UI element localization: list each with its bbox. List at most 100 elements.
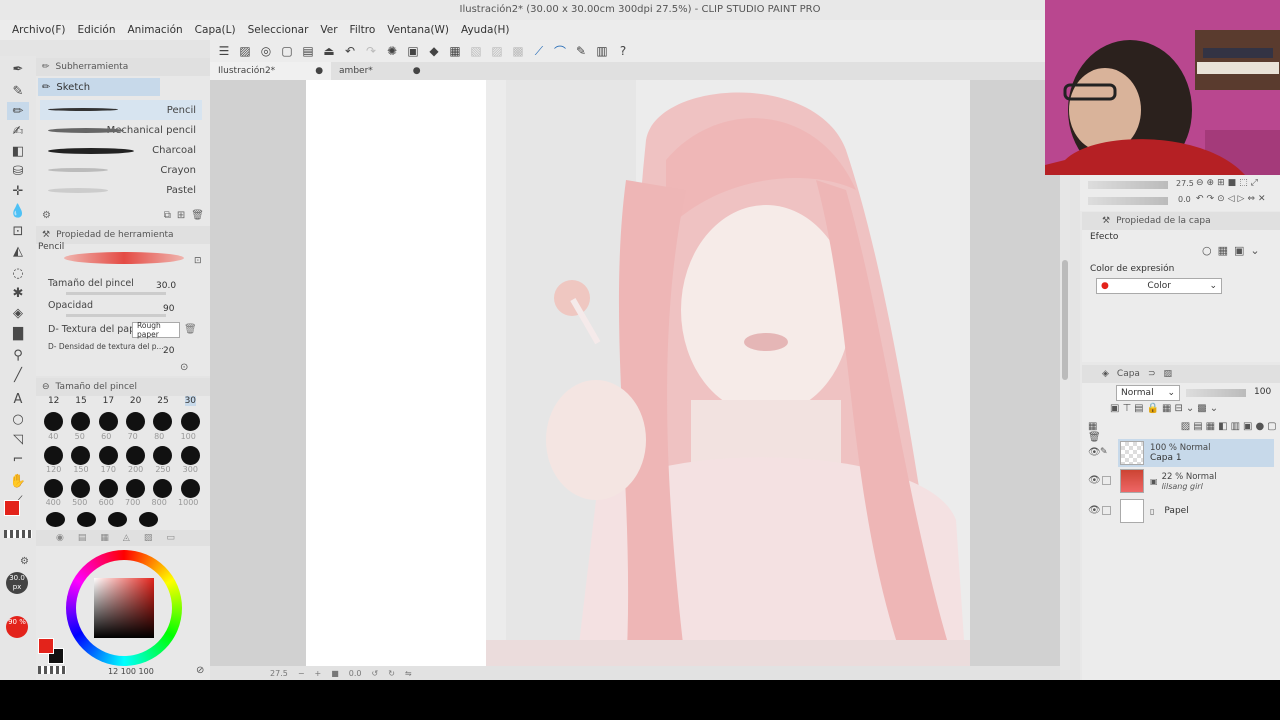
transparent-swatch[interactable] (4, 530, 32, 538)
layer-opacity-slider[interactable] (1186, 389, 1246, 397)
lasso-tool-icon[interactable]: ◌ (7, 264, 29, 282)
size-option[interactable]: 15 (75, 396, 86, 406)
snap-ruler-icon[interactable]: ⟋ (531, 43, 547, 59)
subtool-group-tab[interactable]: ✏ Sketch (38, 78, 160, 96)
layer-tool-icons[interactable]: ▣⊤▤🔒▦⊟⌄▩⌄ (1110, 403, 1221, 414)
snap-grid-icon[interactable]: ✎ (573, 43, 589, 59)
color-wheel[interactable] (66, 550, 182, 666)
blend-tool-icon[interactable]: 💧 (7, 202, 29, 220)
doc-tab-ilustracion2[interactable]: Ilustración2* ● (210, 62, 332, 80)
menu-animacion[interactable]: Animación (127, 24, 182, 36)
size-dot[interactable] (126, 412, 146, 431)
subtool-settings-icon[interactable]: ⚙ (42, 210, 51, 221)
reset-icon[interactable]: ⊙ (180, 362, 188, 373)
paper-canvas[interactable] (306, 80, 970, 670)
object-tool-icon[interactable]: ⚲ (7, 346, 29, 364)
menu-seleccionar[interactable]: Seleccionar (248, 24, 309, 36)
main-color-swatch[interactable] (4, 500, 20, 516)
animation-cels-tab-icon[interactable]: ▨ (1164, 369, 1173, 379)
color-history-tab-icon[interactable]: ▭ (166, 533, 175, 543)
menu-ver[interactable]: Ver (320, 24, 337, 36)
size-dot[interactable] (108, 512, 127, 527)
color-wheel-tab-icon[interactable]: ◉ (56, 533, 64, 543)
navigator-angle-value[interactable]: 0.0 (1178, 195, 1191, 204)
gradient-tool-icon[interactable]: ▇ (7, 324, 29, 342)
rotate-left-icon[interactable]: ↺ (372, 669, 379, 678)
frame-tool-icon[interactable]: ◹ (7, 430, 29, 448)
size-dot[interactable] (126, 446, 146, 465)
navigator-rotate-icons[interactable]: ↶↷⊙◁▷⇔✕ (1196, 194, 1269, 204)
fill-bucket-icon[interactable]: ◈ (7, 304, 29, 322)
subtool-item-mechanical-pencil[interactable]: Mechanical pencil (40, 120, 202, 140)
layer-opacity-value[interactable]: 100 (1254, 387, 1271, 397)
subtool-item-pastel[interactable]: Pastel (40, 180, 202, 200)
new-file-icon[interactable]: ▢ (279, 43, 295, 59)
size-dot[interactable] (98, 446, 118, 465)
navigator-controls-icons[interactable]: ⊖⊕⊞■⬚⤢ (1196, 178, 1261, 188)
canvas-zoom-value[interactable]: 27.5 (270, 669, 288, 678)
create-icon[interactable]: ▨ (237, 43, 253, 59)
loading-icon[interactable]: ✺ (384, 43, 400, 59)
size-dot[interactable] (139, 512, 158, 527)
pencil-tool-icon[interactable]: ✏ (7, 102, 29, 120)
subtool-item-charcoal[interactable]: Charcoal (40, 140, 202, 160)
open-file-icon[interactable]: ▤ (300, 43, 316, 59)
opacity-slider[interactable] (66, 314, 166, 317)
delete-subtool-icon[interactable]: 🗑 (191, 210, 204, 221)
eye-icon[interactable]: 👁 (1088, 475, 1101, 486)
blend-mode-select[interactable]: Normal ⌄ (1116, 385, 1180, 401)
eye-icon[interactable]: 👁 (1088, 447, 1101, 458)
delete-icon[interactable]: 🗑 (184, 324, 197, 335)
layer-item-papel[interactable]: ▯ Papel (1118, 497, 1274, 525)
size-dot[interactable] (180, 412, 200, 431)
grid-icon[interactable]: ▦ (447, 43, 463, 59)
menu-ayuda[interactable]: Ayuda(H) (461, 24, 510, 36)
undo-icon[interactable]: ↶ (342, 43, 358, 59)
flip-icon[interactable]: ⇋ (405, 669, 412, 678)
layer-search-tab-icon[interactable]: ⊃ (1148, 369, 1156, 379)
new-subtool-icon[interactable]: ⊞ (177, 210, 185, 221)
pen-tool-icon[interactable]: ✎ (7, 82, 29, 100)
navigator-zoom-value[interactable]: 27.5 (1176, 179, 1194, 188)
size-dot[interactable] (71, 446, 91, 465)
clip-studio-icon[interactable]: ◎ (258, 43, 274, 59)
color-set-tab-icon[interactable]: ▦ (100, 533, 109, 543)
current-main-color[interactable] (38, 638, 54, 654)
adjust-icon[interactable]: ▥ (594, 43, 610, 59)
brush-size-slider[interactable] (66, 292, 166, 295)
size-dot[interactable] (126, 479, 146, 498)
size-dot[interactable] (180, 479, 200, 498)
size-option[interactable]: 17 (103, 396, 114, 406)
canvas-angle-value[interactable]: 0.0 (349, 669, 362, 678)
size-dot[interactable] (71, 479, 91, 498)
layer-row[interactable]: 👁 ▣ 22 % Normal lilsang girl (1082, 467, 1280, 495)
crop-icon[interactable]: ▨ (489, 43, 505, 59)
layer-item-lilsang-girl[interactable]: ▣ 22 % Normal lilsang girl (1118, 467, 1274, 495)
transparent-color-swatch[interactable] (38, 666, 66, 674)
menu-capa[interactable]: Capa(L) (195, 24, 236, 36)
brush-size-value[interactable]: 30.0 (156, 281, 176, 291)
approximate-color-tab-icon[interactable]: ▨ (144, 533, 153, 543)
size-dot[interactable] (71, 412, 91, 431)
size-dot[interactable] (153, 446, 173, 465)
hand-tool-icon[interactable]: ✋ (7, 472, 29, 490)
eraser-tool-icon[interactable]: ◧ (7, 142, 29, 160)
size-dot[interactable] (44, 446, 64, 465)
layer-lock-box[interactable] (1102, 506, 1111, 515)
save-icon[interactable]: ⏏ (321, 43, 337, 59)
size-dot[interactable] (77, 512, 96, 527)
navigator-angle-slider[interactable] (1088, 197, 1168, 205)
zoom-out-icon[interactable]: − (298, 669, 305, 678)
transform-tool-icon[interactable]: ⊡ (7, 222, 29, 240)
menu-archivo[interactable]: Archivo(F) (12, 24, 65, 36)
invert-selection-icon[interactable]: ▩ (510, 43, 526, 59)
expression-color-select[interactable]: ● Color ⌄ (1096, 278, 1222, 294)
saturation-value-square[interactable] (94, 578, 154, 638)
subtool-item-pencil[interactable]: Pencil (40, 100, 202, 120)
balloon-tool-icon[interactable]: ○ (7, 410, 29, 428)
size-option[interactable]: 12 (48, 396, 59, 406)
clear-icon[interactable]: ▣ (405, 43, 421, 59)
close-icon[interactable]: ● (413, 66, 421, 76)
menu-filtro[interactable]: Filtro (350, 24, 376, 36)
menu-edicion[interactable]: Edición (77, 24, 115, 36)
